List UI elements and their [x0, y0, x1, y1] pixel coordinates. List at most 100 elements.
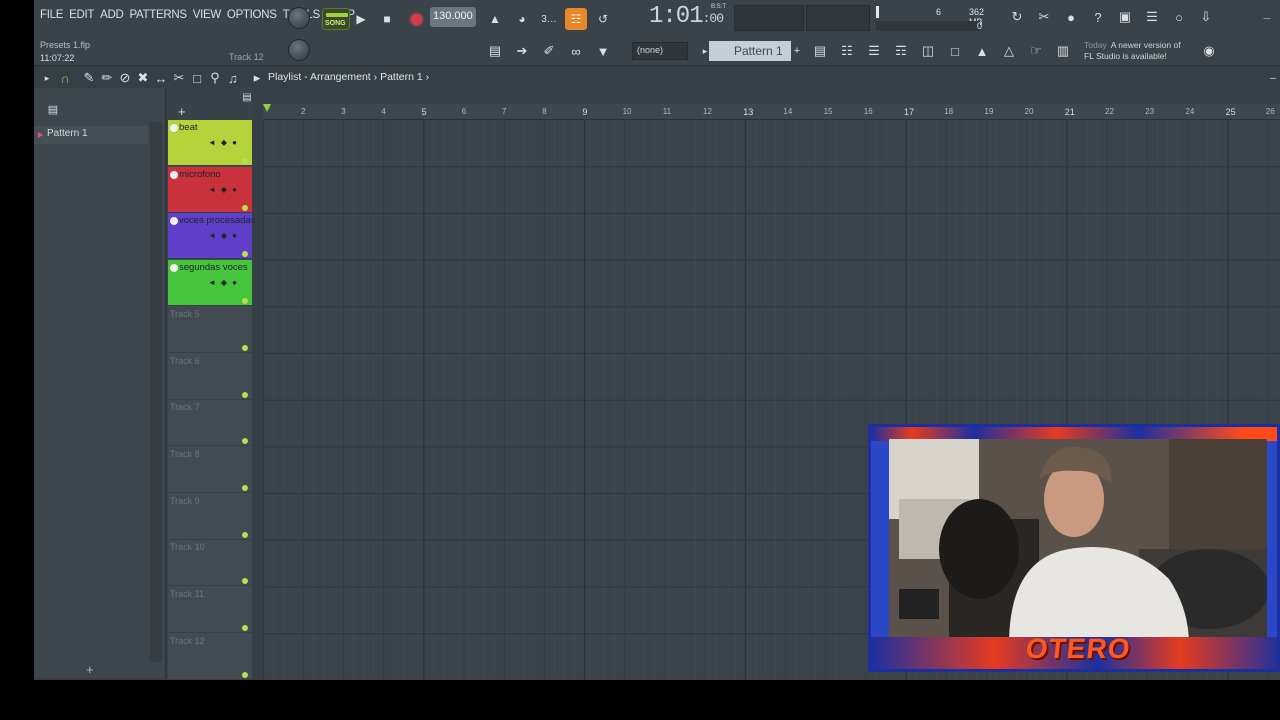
mixer-button[interactable]: ☰	[1141, 6, 1163, 28]
countdown-button[interactable]: 3…	[538, 8, 560, 30]
track-enable-icon[interactable]	[170, 170, 178, 179]
track-controls-icon[interactable]: ◄◆●	[208, 138, 242, 147]
track-header[interactable]: Track 8	[168, 446, 252, 493]
timeline-ruler[interactable]: 2 3 4 5 6 7 8 9 10 11 12 13 14 15 16 17 18 19 20 21 22 23 24 25…	[263, 104, 1280, 120]
record-button[interactable]	[405, 8, 427, 30]
cut-button[interactable]: ✂	[1033, 6, 1055, 28]
track-header[interactable]: Track 11	[168, 587, 252, 633]
file-button[interactable]: □	[944, 40, 966, 62]
menu-edit[interactable]: EDIT	[69, 9, 94, 21]
track-controls-icon[interactable]: ◄◆●	[208, 231, 242, 240]
piano-small-icon: ▤	[47, 103, 59, 116]
track-controls-icon[interactable]: ◄◆●	[208, 185, 242, 194]
tempo-tool-button[interactable]: △	[998, 40, 1020, 62]
track-mute-led-icon[interactable]	[242, 484, 248, 491]
touch-button[interactable]: ☞	[1025, 40, 1047, 62]
pattern-selector[interactable]: Pattern 1	[709, 41, 791, 61]
oscilloscope	[734, 5, 804, 31]
time-main: 1:01	[649, 3, 704, 30]
ruler-tick-label: 13	[743, 107, 754, 117]
plugin-button[interactable]: ▲	[971, 40, 993, 62]
download-button[interactable]: ⇩	[1195, 6, 1217, 28]
track-mute-led-icon[interactable]	[242, 204, 248, 211]
track-header[interactable]: ◄◆● voces procesadas	[168, 213, 256, 260]
list-button[interactable]: ☰	[863, 40, 885, 62]
online-button[interactable]: ◉	[1198, 40, 1220, 62]
track-enable-icon[interactable]	[170, 264, 178, 273]
track-mute-led-icon[interactable]	[242, 671, 248, 678]
track-header[interactable]: Track 10	[168, 540, 252, 587]
menu-add[interactable]: ADD	[100, 9, 124, 21]
metronome-button[interactable]: ▲	[484, 8, 506, 30]
mixer-view-button[interactable]: ☶	[890, 40, 912, 62]
snap-magnet-button[interactable]: ∩	[54, 67, 76, 89]
brush-button[interactable]: ✐	[538, 40, 560, 62]
track-mute-led-icon[interactable]	[242, 531, 248, 538]
ruler-tick-label: 4	[381, 107, 386, 116]
picker-item-pattern-1[interactable]: Pattern 1	[34, 126, 148, 144]
track-header[interactable]: Track 5	[168, 306, 252, 353]
wait-input-button[interactable]: ◕	[511, 8, 533, 30]
browser-button[interactable]: ◫	[917, 40, 939, 62]
pat-song-toggle[interactable]: SONG	[322, 8, 350, 30]
track-mute-led-icon[interactable]	[242, 578, 248, 585]
menu-view[interactable]: VIEW	[193, 9, 222, 21]
arrow-button[interactable]: ➔	[511, 40, 533, 62]
step-edit-button[interactable]: ☷	[565, 8, 587, 30]
ruler-tick-label: 21	[1064, 107, 1075, 117]
stop-button[interactable]: ■	[376, 8, 398, 30]
track-mute-led-icon[interactable]	[242, 158, 248, 164]
track-header[interactable]: Track 7	[168, 400, 252, 447]
playlist-view-button[interactable]: ▤	[809, 40, 831, 62]
track-mute-led-icon[interactable]	[242, 298, 248, 305]
track-header[interactable]: ◄◆● beat	[168, 120, 252, 166]
snap-selector[interactable]: (none)	[632, 42, 688, 60]
track-mute-led-icon[interactable]	[242, 391, 248, 398]
store-button[interactable]: ▥	[1052, 40, 1074, 62]
picker-view-button[interactable]: ▤	[42, 98, 64, 120]
track-enable-icon[interactable]	[170, 124, 178, 132]
master-pitch-knob[interactable]	[288, 39, 310, 61]
news-panel[interactable]: Today A newer version of FL Studio is ava…	[1084, 40, 1181, 62]
add-pattern-button[interactable]: +	[786, 40, 808, 62]
track-controls-icon[interactable]: ◄◆●	[208, 278, 242, 287]
picker-scrollbar[interactable]	[150, 122, 162, 662]
playhead-marker[interactable]	[263, 104, 271, 112]
master-volume-knob[interactable]	[288, 7, 310, 29]
track-header[interactable]: Track 6	[168, 353, 252, 400]
stamp-button[interactable]: ▼	[592, 40, 614, 62]
piano-roll-button[interactable]: ▤	[484, 40, 506, 62]
save-button[interactable]: ▣	[1114, 6, 1136, 28]
channel-rack-button[interactable]: ☷	[836, 40, 858, 62]
track-name: Track 7	[170, 402, 200, 413]
menu-patterns[interactable]: PATTERNS	[129, 9, 187, 21]
track-header[interactable]: Track 12	[168, 633, 252, 680]
track-header[interactable]: ◄◆● segundas voces	[168, 260, 252, 307]
track-mute-led-icon[interactable]	[242, 438, 248, 445]
add-track-button[interactable]: +	[178, 104, 186, 119]
track-header[interactable]: ◄◆● microfono	[168, 166, 252, 213]
menu-file[interactable]: FILE	[40, 9, 63, 21]
track-mute-led-icon[interactable]	[242, 251, 248, 258]
stop-icon: ■	[383, 12, 391, 26]
track-mute-led-icon[interactable]	[242, 344, 248, 351]
track-header[interactable]: Track 9	[168, 493, 252, 540]
track-mute-led-icon[interactable]	[242, 625, 248, 631]
undo-button[interactable]: ↻	[1006, 6, 1028, 28]
track-enable-icon[interactable]	[170, 217, 178, 226]
track-options-button[interactable]: ▤	[236, 86, 258, 108]
link-button[interactable]: ∞	[565, 40, 587, 62]
help-button[interactable]: ?	[1087, 6, 1109, 28]
menu-options[interactable]: OPTIONS	[227, 9, 277, 21]
news-message-2: FL Studio is available!	[1084, 51, 1167, 61]
playlist-minimize-button[interactable]: –	[1262, 67, 1280, 89]
play-button[interactable]: ▶	[350, 8, 372, 30]
chevron-right-icon: ▸	[44, 72, 50, 83]
song-label: SONG	[325, 20, 346, 27]
picker-add-button[interactable]: +	[86, 662, 94, 677]
loop-record-button[interactable]: ↺	[592, 8, 614, 30]
tempo-display[interactable]: 130.000	[430, 7, 476, 27]
record-audio-button[interactable]: ●	[1060, 6, 1082, 28]
minimize-button[interactable]: –	[1256, 6, 1278, 28]
chat-button[interactable]: ○	[1168, 6, 1190, 28]
